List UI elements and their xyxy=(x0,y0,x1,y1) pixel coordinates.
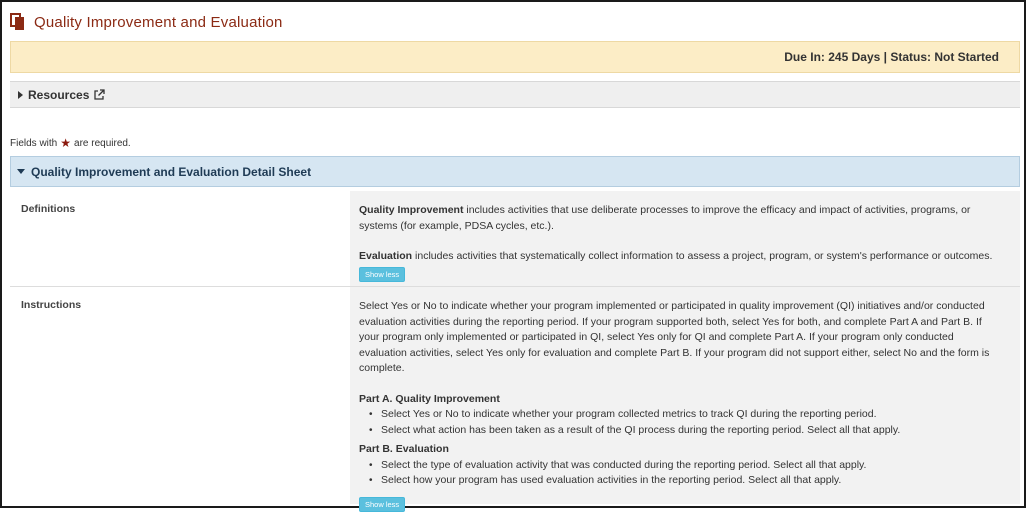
page-title: Quality Improvement and Evaluation xyxy=(34,14,283,31)
page-frame: Quality Improvement and Evaluation Due I… xyxy=(0,0,1026,508)
instructions-label: Instructions xyxy=(10,287,350,504)
definitions-label: Definitions xyxy=(10,191,350,286)
caret-right-icon xyxy=(18,91,23,99)
part-a-title: Part A. Quality Improvement xyxy=(359,392,1004,408)
list-item: Select the type of evaluation activity t… xyxy=(381,458,1004,474)
resources-label: Resources xyxy=(28,88,89,102)
detail-sheet-title: Quality Improvement and Evaluation Detai… xyxy=(31,165,311,179)
list-item: Select how your program has used evaluat… xyxy=(381,473,1004,489)
document-icon xyxy=(10,13,26,31)
evaluation-definition: Evaluation includes activities that syst… xyxy=(359,249,1004,265)
part-a-list: Select Yes or No to indicate whether you… xyxy=(359,407,1004,438)
definitions-row: Definitions Quality Improvement includes… xyxy=(10,191,1020,287)
star-icon: ★ xyxy=(60,137,71,149)
instructions-actions: Show less xyxy=(359,497,1004,512)
detail-sheet-toggle[interactable]: Quality Improvement and Evaluation Detai… xyxy=(10,156,1020,187)
list-item: Select Yes or No to indicate whether you… xyxy=(381,407,1004,423)
definitions-content: Quality Improvement includes activities … xyxy=(350,191,1020,286)
resources-toggle[interactable]: Resources xyxy=(10,81,1020,108)
instructions-content: Select Yes or No to indicate whether you… xyxy=(350,287,1020,504)
required-note: Fields with ★ are required. xyxy=(10,137,131,149)
instructions-show-less-button[interactable]: Show less xyxy=(359,497,405,512)
evaluation-term: Evaluation xyxy=(359,250,412,262)
qi-definition: Quality Improvement includes activities … xyxy=(359,203,1004,234)
required-note-prefix: Fields with xyxy=(10,138,57,149)
part-b-list: Select the type of evaluation activity t… xyxy=(359,458,1004,489)
list-item: Select what action has been taken as a r… xyxy=(381,423,1004,439)
definitions-show-less-button[interactable]: Show less xyxy=(359,267,405,282)
caret-down-icon xyxy=(17,169,25,174)
status-bar: Due In: 245 Days | Status: Not Started xyxy=(10,41,1020,73)
status-text: Due In: 245 Days | Status: Not Started xyxy=(784,50,999,64)
external-link-icon[interactable] xyxy=(93,89,105,101)
part-b-title: Part B. Evaluation xyxy=(359,442,1004,458)
required-note-suffix: are required. xyxy=(74,138,131,149)
instructions-intro: Select Yes or No to indicate whether you… xyxy=(359,299,1004,377)
qi-term: Quality Improvement xyxy=(359,204,463,216)
evaluation-text: includes activities that systematically … xyxy=(412,250,992,262)
page-header: Quality Improvement and Evaluation xyxy=(10,12,283,32)
instructions-row: Instructions Select Yes or No to indicat… xyxy=(10,287,1020,504)
